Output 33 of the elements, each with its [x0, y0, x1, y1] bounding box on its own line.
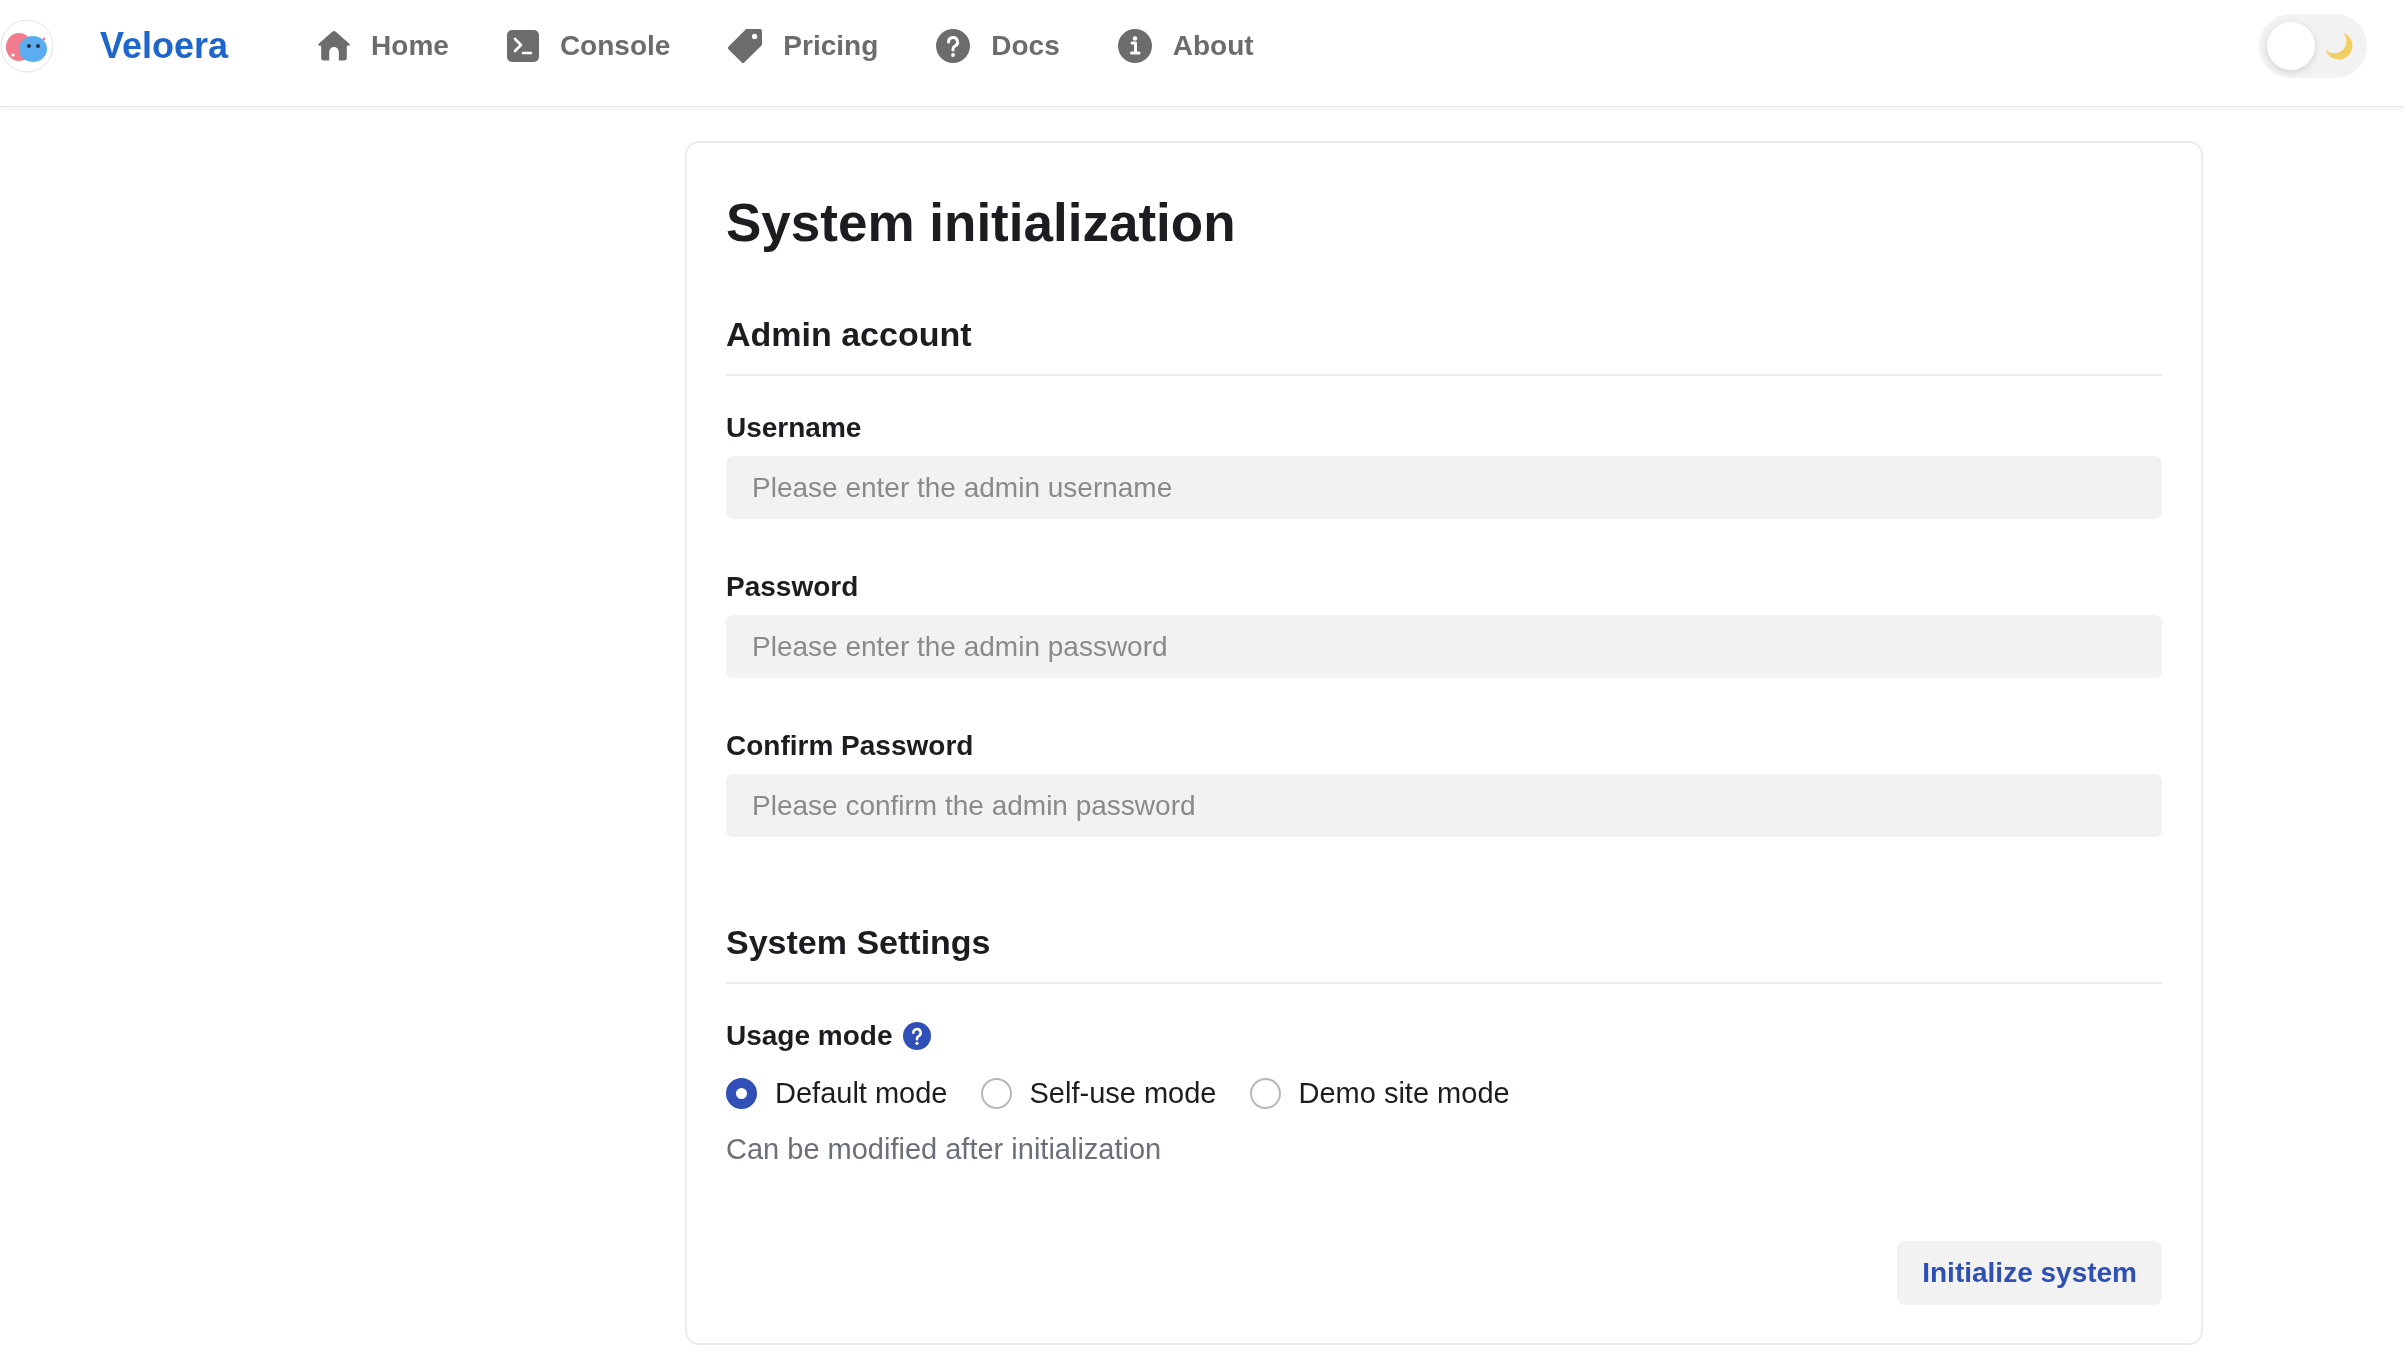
text-field[interactable]: Please enter the admin password	[726, 615, 2162, 678]
terminal-icon	[506, 30, 539, 62]
nav-link[interactable]: About	[1117, 28, 1254, 64]
radio-label[interactable]: Demo site mode	[1298, 1075, 1510, 1111]
logo-icon[interactable]	[0, 19, 54, 73]
info-icon	[1117, 29, 1152, 63]
tag-icon	[728, 29, 763, 63]
hint-text: Can be modified after initialization	[726, 1132, 1162, 1167]
radio-label[interactable]: Default mode	[775, 1075, 948, 1111]
radio-button[interactable]	[726, 1077, 757, 1109]
section-heading: Admin account	[726, 314, 972, 355]
section-heading: System Settings	[726, 922, 991, 963]
moon-icon	[2325, 32, 2353, 60]
text-field[interactable]: Please enter the admin username	[726, 456, 2162, 519]
nav-link[interactable]: Pricing	[728, 28, 879, 64]
radio-button[interactable]	[980, 1077, 1012, 1109]
field-label: Usage mode	[726, 1019, 893, 1053]
brand-name[interactable]: Veloera	[100, 24, 229, 68]
text-field[interactable]: Please confirm the admin password	[726, 774, 2162, 837]
radio-button[interactable]	[1249, 1077, 1281, 1109]
initialize-button[interactable]: Initialize system	[1897, 1241, 2162, 1305]
field-label: Username	[726, 411, 862, 445]
field-label: Password	[726, 570, 859, 604]
home-icon	[318, 31, 351, 61]
toggle-knob[interactable]	[2267, 22, 2315, 70]
radio-label[interactable]: Self-use mode	[1029, 1075, 1217, 1111]
help-icon[interactable]	[902, 1022, 931, 1050]
nav-link[interactable]: Home	[318, 28, 449, 64]
page-title: System initialization	[726, 192, 1236, 254]
nav-link[interactable]: Console	[506, 28, 671, 64]
help-icon	[936, 29, 971, 63]
nav-link[interactable]: Docs	[936, 28, 1060, 64]
field-label: Confirm Password	[726, 729, 974, 763]
